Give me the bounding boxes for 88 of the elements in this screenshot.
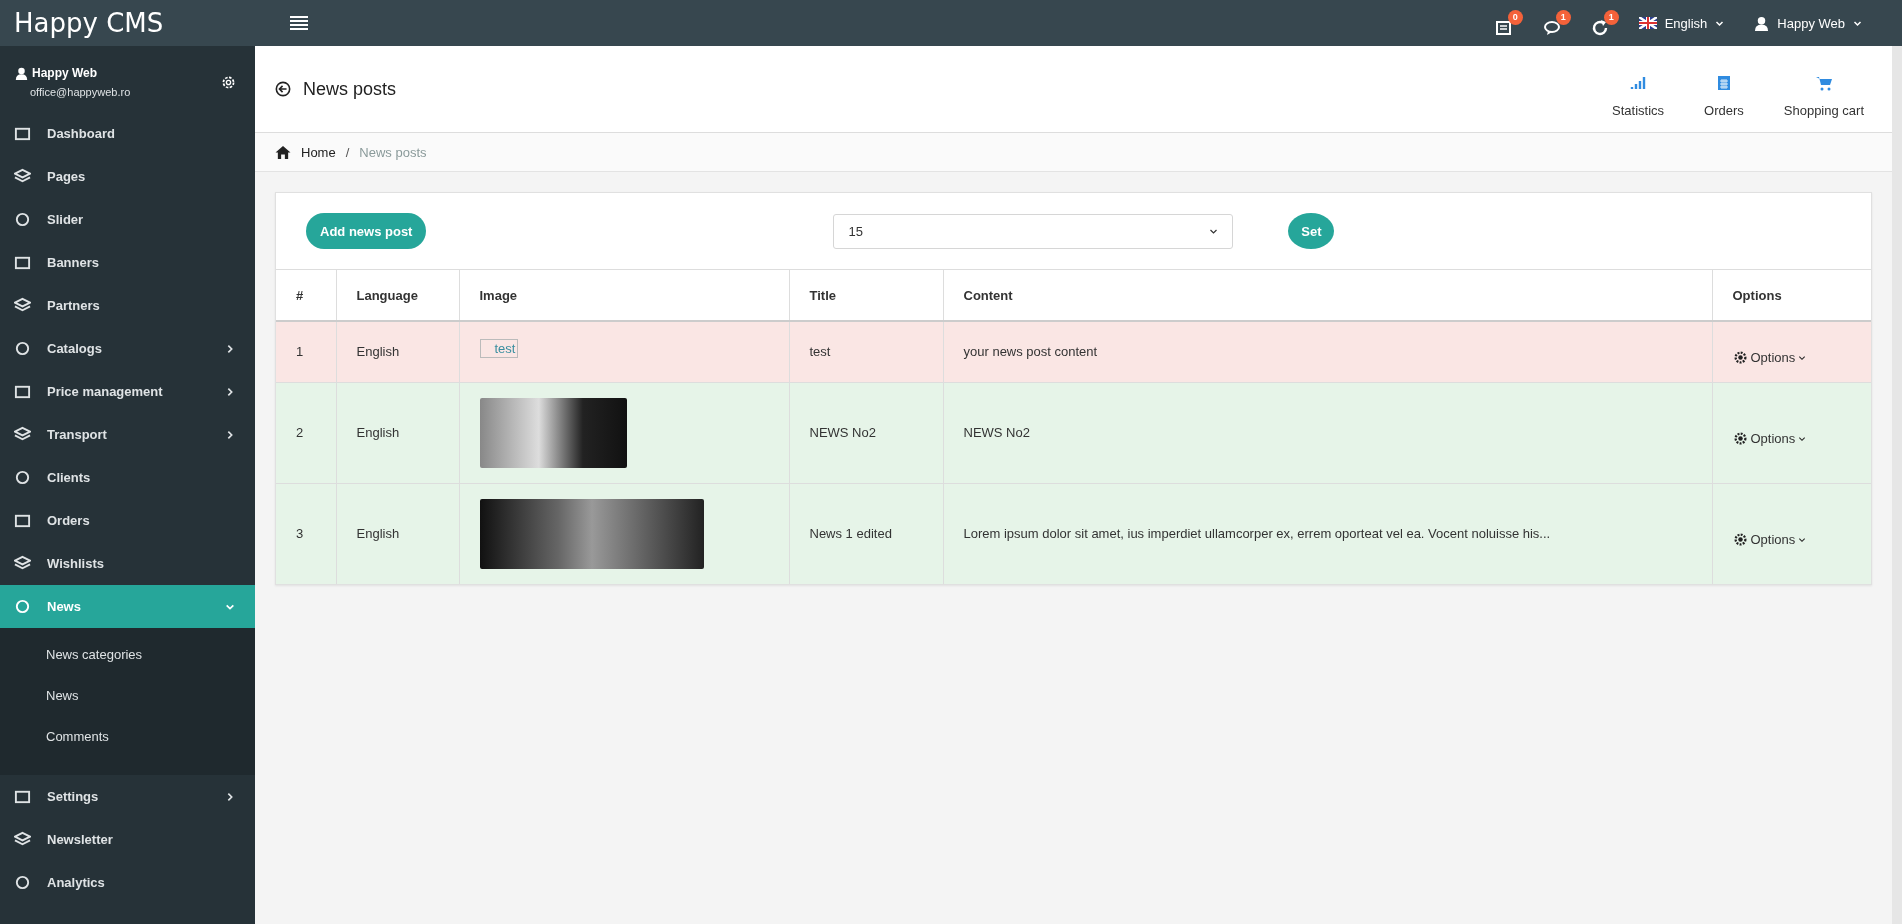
sidebar-item[interactable]: Orders	[0, 499, 255, 542]
column-header: Content	[963, 287, 1013, 303]
menu-item-icon	[14, 125, 31, 142]
settings-icon[interactable]	[220, 74, 237, 91]
submenu-item[interactable]: News categories	[0, 634, 255, 675]
broken-image: test	[479, 339, 519, 359]
sidebar-item[interactable]: Clients	[0, 456, 255, 499]
menu-item-icon	[14, 788, 31, 805]
submenu-item[interactable]: Comments	[0, 716, 255, 757]
options-dropdown[interactable]: Options	[1732, 532, 1807, 548]
breadcrumb-separator: /	[345, 144, 350, 160]
sidebar-item[interactable]: Analytics	[0, 861, 255, 904]
caret-icon	[1798, 535, 1807, 544]
sidebar-item[interactable]: Settings	[0, 775, 255, 818]
menu-item-icon	[14, 426, 31, 443]
menu-item-icon	[14, 340, 31, 357]
newspaper-icon	[1494, 18, 1513, 37]
count-badge: 1	[1555, 9, 1571, 25]
column-header: Options	[1732, 287, 1782, 303]
sidebar-item[interactable]: Newsletter	[0, 818, 255, 861]
count-badge: 0	[1507, 9, 1523, 25]
sidebar-item[interactable]: Slider	[0, 198, 255, 241]
home-icon[interactable]	[275, 144, 291, 160]
menu-item-icon	[14, 469, 31, 486]
gear-icon	[1732, 532, 1748, 548]
sidebar-item[interactable]: Transport	[0, 413, 255, 456]
count-badge: 1	[1603, 9, 1619, 25]
options-dropdown[interactable]: Options	[1732, 431, 1807, 446]
caret-icon	[1798, 434, 1807, 443]
table-cell: NEWS No2	[963, 425, 1030, 440]
sidebar-item[interactable]: Pages	[0, 155, 255, 198]
menu-item-icon	[14, 254, 31, 271]
sidebar-item[interactable]: Catalogs	[0, 327, 255, 370]
shortcut-link[interactable]: Orders	[1704, 74, 1744, 118]
calculator-icon	[1715, 74, 1732, 91]
sidebar-item[interactable]: Partners	[0, 284, 255, 327]
back-icon[interactable]	[275, 81, 291, 97]
sidebar-item[interactable]: Dashboard	[0, 112, 255, 155]
page-title: News posts	[303, 78, 397, 100]
breadcrumb-link[interactable]: Home	[301, 144, 336, 160]
column-header: Language	[356, 287, 418, 303]
gear-icon	[1732, 431, 1748, 446]
table-cell: test	[809, 344, 831, 360]
logo: Happy CMS	[14, 8, 164, 38]
table-cell: 3	[296, 526, 304, 542]
sidebar-item[interactable]: Banners	[0, 241, 255, 284]
menu-item-icon	[14, 874, 31, 891]
table-cell: 2	[296, 425, 304, 440]
table-cell: English	[356, 526, 400, 542]
chat-icon	[1542, 18, 1561, 37]
submenu-item[interactable]: News	[0, 675, 255, 716]
menu-item-icon	[14, 211, 31, 228]
caret-icon	[1798, 353, 1807, 362]
user-name: Happy Web	[32, 66, 98, 80]
menu-item-icon	[14, 297, 31, 314]
gear-icon	[1732, 350, 1748, 366]
bar-chart-icon	[1630, 74, 1646, 91]
options-dropdown[interactable]: Options	[1732, 350, 1807, 366]
column-header: Image	[479, 287, 518, 303]
table-cell: NEWS No2	[809, 425, 876, 440]
menu-item-icon	[14, 383, 31, 400]
shortcut-link[interactable]: Shopping cart	[1783, 74, 1864, 118]
sidebar-item[interactable]: Price management	[0, 370, 255, 413]
table-cell: English	[356, 425, 400, 440]
menu-item-icon	[14, 555, 31, 572]
user-email: office@happyweb.ro	[30, 86, 132, 98]
per-page-select[interactable]: 15	[833, 213, 1234, 249]
table-cell: News 1 edited	[809, 526, 892, 542]
table-cell: Lorem ipsum dolor sit amet, ius imperdiet ullamcorper ex, errem oporteat vel ea. Vocent noluisse his...	[963, 526, 1551, 542]
table-cell: 1	[296, 344, 304, 360]
sidebar-item[interactable]: Wishlists	[0, 542, 255, 585]
column-header: #	[296, 287, 304, 303]
user-menu[interactable]: Happy Web	[1754, 15, 1862, 31]
language-dropdown[interactable]: English	[1638, 15, 1725, 31]
menu-icon[interactable]	[290, 16, 308, 30]
user-icon	[15, 66, 28, 80]
table-cell: your news post content	[963, 344, 1098, 360]
user-icon	[1754, 15, 1770, 31]
column-header: Title	[809, 287, 836, 303]
refresh-icon	[1590, 18, 1609, 37]
table-cell: English	[356, 344, 400, 360]
flag-icon	[1638, 17, 1657, 29]
menu-item-icon	[14, 831, 31, 848]
menu-item-icon	[14, 168, 31, 185]
shortcut-link[interactable]: Statistics	[1612, 74, 1665, 118]
menu-item-icon	[14, 512, 31, 529]
menu-item-icon	[14, 598, 31, 615]
cart-icon	[1815, 74, 1832, 91]
